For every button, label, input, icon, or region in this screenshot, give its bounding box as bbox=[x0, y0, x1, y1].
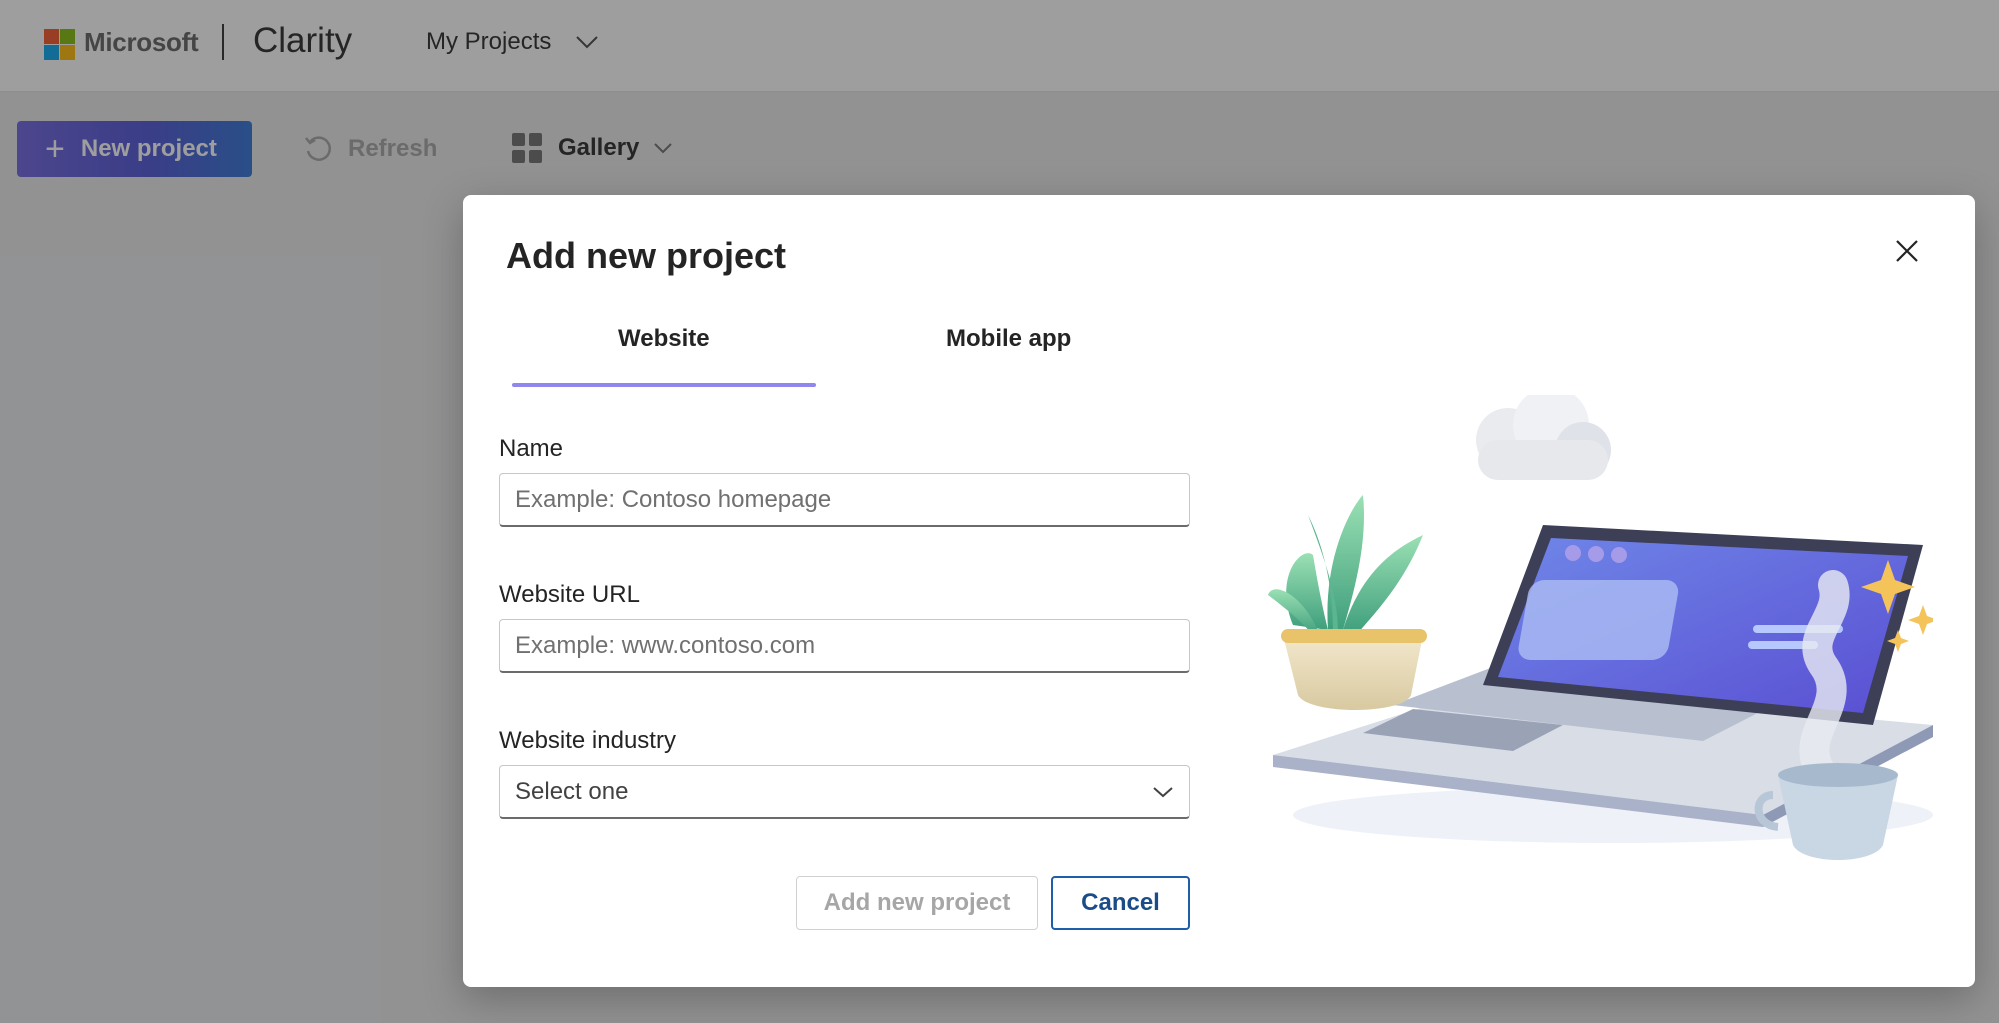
website-industry-label: Website industry bbox=[499, 727, 676, 754]
add-new-project-button[interactable]: Add new project bbox=[796, 876, 1038, 930]
laptop-illustration bbox=[1268, 395, 1933, 860]
website-url-input[interactable] bbox=[499, 619, 1190, 673]
dialog-title: Add new project bbox=[506, 235, 787, 276]
chevron-down-icon bbox=[1153, 786, 1173, 797]
name-label: Name bbox=[499, 435, 564, 462]
close-button[interactable] bbox=[1891, 235, 1923, 267]
project-type-tabs: Website Mobile app bbox=[512, 325, 1112, 387]
cancel-button[interactable]: Cancel bbox=[1051, 876, 1190, 930]
plant-icon bbox=[1268, 495, 1427, 710]
tab-mobile-app[interactable]: Mobile app bbox=[946, 325, 1071, 353]
website-url-label: Website URL bbox=[499, 581, 640, 608]
close-icon bbox=[1896, 240, 1918, 262]
cloud-icon bbox=[1476, 395, 1611, 480]
industry-selected-value: Select one bbox=[515, 777, 629, 805]
project-name-input[interactable] bbox=[499, 473, 1190, 527]
add-project-dialog: Add new project Website Mobile app Name … bbox=[463, 195, 1975, 987]
website-industry-select[interactable]: Select one bbox=[499, 765, 1190, 819]
tab-website[interactable]: Website bbox=[618, 325, 710, 353]
selected-tab-indicator bbox=[512, 383, 816, 387]
